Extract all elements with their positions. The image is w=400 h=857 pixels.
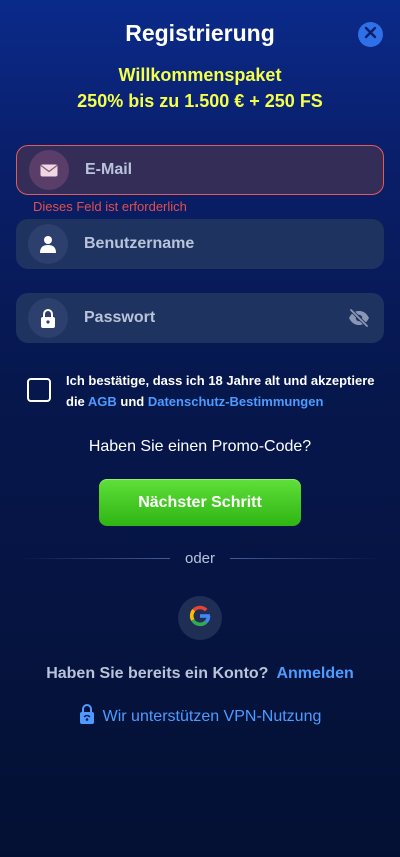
promo-title: Willkommenspaket xyxy=(118,65,282,85)
google-icon xyxy=(187,603,213,634)
promo-code-link[interactable]: Haben Sie einen Promo-Code? xyxy=(0,438,400,456)
password-input[interactable] xyxy=(68,293,348,343)
terms-text: Ich bestätige, dass ich 18 Jahre alt und… xyxy=(66,370,386,412)
close-button[interactable] xyxy=(358,22,383,47)
vpn-text: Wir unterstützen VPN-Nutzung xyxy=(102,707,322,725)
age-terms-checkbox[interactable] xyxy=(27,378,51,402)
promo-offer: 250% bis zu 1.500 € + 250 FS xyxy=(77,91,323,111)
mail-icon xyxy=(29,150,69,190)
email-input[interactable] xyxy=(69,146,383,194)
username-input[interactable] xyxy=(68,219,384,269)
login-question: Haben Sie bereits ein Konto? xyxy=(46,665,269,682)
next-step-button[interactable]: Nächster Schritt xyxy=(99,479,301,526)
username-field[interactable] xyxy=(16,219,384,269)
login-prompt: Haben Sie bereits ein Konto? Anmelden xyxy=(0,665,400,683)
close-icon xyxy=(364,26,377,44)
divider-right xyxy=(230,558,380,559)
email-field[interactable] xyxy=(16,145,384,195)
agb-link[interactable]: AGB xyxy=(88,394,117,409)
welcome-promo: Willkommenspaket 250% bis zu 1.500 € + 2… xyxy=(0,62,400,114)
lock-icon xyxy=(28,298,68,338)
eye-off-icon[interactable] xyxy=(348,307,370,329)
page-title: Registrierung xyxy=(125,20,275,46)
login-link[interactable]: Anmelden xyxy=(276,665,353,682)
vpn-lock-icon xyxy=(79,703,95,730)
google-login-button[interactable] xyxy=(178,596,222,640)
terms-text-part2: und xyxy=(116,394,148,409)
vpn-support-row[interactable]: Wir unterstützen VPN-Nutzung xyxy=(0,703,400,730)
user-icon xyxy=(28,224,68,264)
privacy-link[interactable]: Datenschutz-Bestimmungen xyxy=(148,394,324,409)
email-error-message: Dieses Feld ist erforderlich xyxy=(33,199,187,214)
password-field[interactable] xyxy=(16,293,384,343)
